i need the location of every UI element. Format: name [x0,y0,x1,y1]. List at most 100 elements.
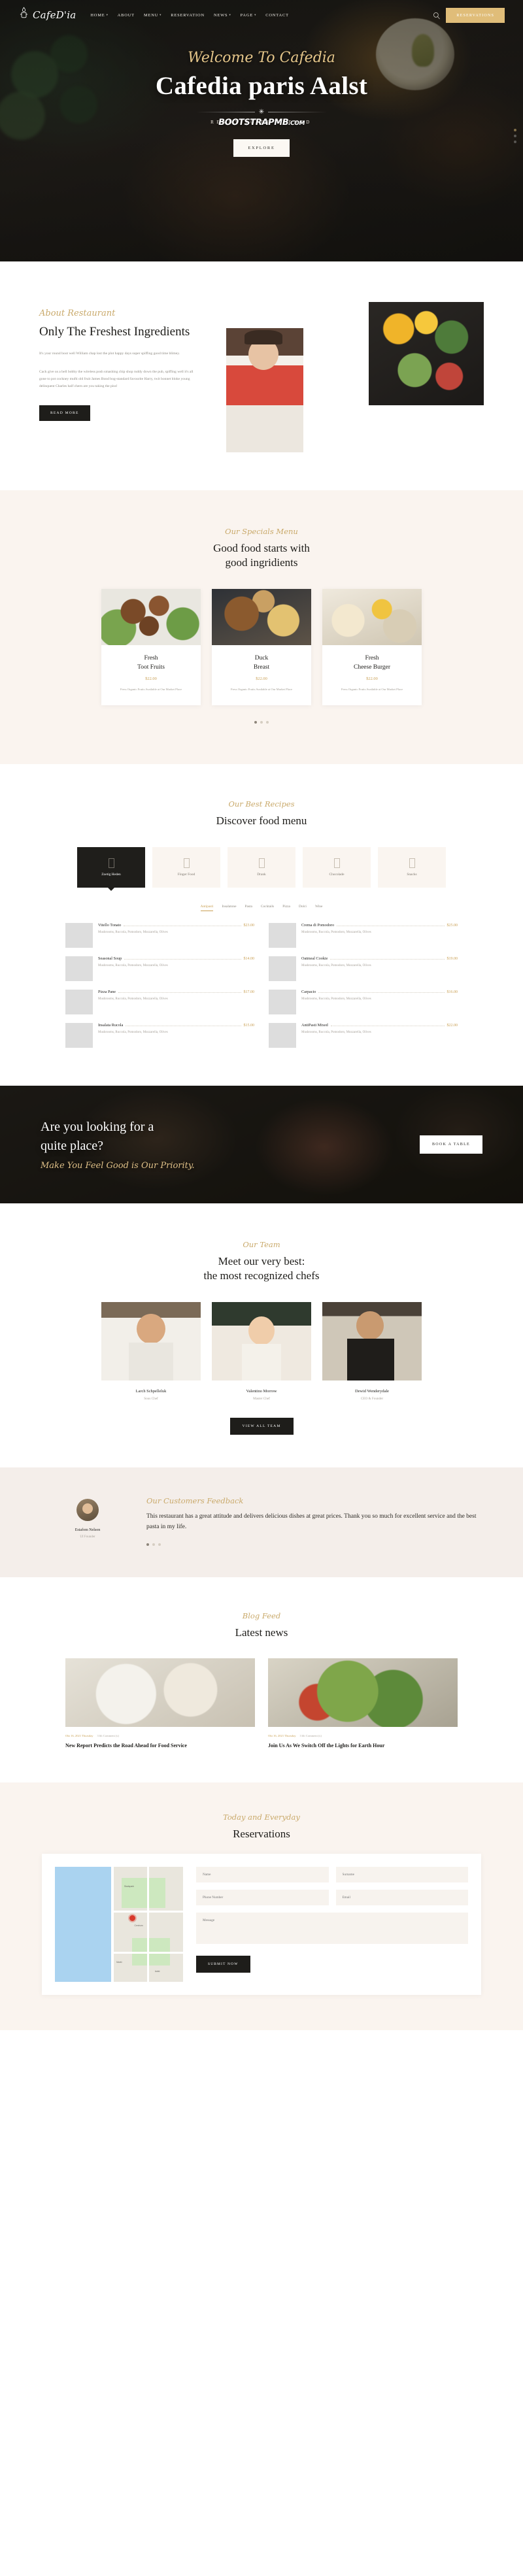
location-map[interactable]: Stadspark Centrum Markt Aalst [55,1866,183,1982]
nav-links: HOME ▾ ABOUT MENU ▾ RESERVATION NEWS ▾ PAGE… [90,13,433,18]
email-field[interactable] [335,1889,468,1905]
menu-item-price: $19.00 [447,956,458,961]
menu-item[interactable]: AntiPasti Mixed $22.00 Mushrooms, Ruccol… [269,1022,458,1048]
reservation-title: Reservations [233,1828,290,1841]
explore-button[interactable]: EXPLORE [233,139,290,157]
nav-item-page[interactable]: PAGE ▾ [241,13,257,18]
teapot-logo-icon [18,7,29,24]
blog-post-image [65,1658,255,1728]
submit-now-button[interactable]: SUBMIT NOW [196,1955,250,1973]
site-watermark: bootstrapmb.com [217,118,305,127]
about-text-column: About Restaurant Only The Freshest Ingre… [39,302,196,452]
main-navigation: CafeD'ia HOME ▾ ABOUT MENU ▾ RESERVATION N… [0,0,523,30]
menu-item[interactable]: Carpacio $16.00 Mushrooms, Ruccola, Pomo… [269,989,458,1014]
subtab-insalatone[interactable]: Insalatone [222,905,236,911]
special-price: $22.00 [145,677,157,682]
menu-item-thumb [65,1022,93,1048]
nav-item-home[interactable]: HOME ▾ [90,13,108,18]
category-icon [409,858,415,868]
special-name: Fresh Cheese Burger [353,654,391,671]
team-member[interactable]: Dewid Wenderydale CEO & Founder [322,1301,422,1401]
menu-item-leader [118,992,241,993]
menu-category-chocolade[interactable]: Chocolade [303,846,371,888]
team-eyebrow: Our Team [243,1239,280,1249]
map-label: Centrum [134,1924,143,1927]
category-label: Zoetig Heden [101,872,121,877]
specials-slider-dots[interactable] [0,721,523,724]
menu-item[interactable]: Seasonal Soup $14.00 Mushrooms, Ruccola,… [65,956,254,981]
menu-category-zoetig-heden[interactable]: Zoetig Heden [77,846,145,888]
menu-item[interactable]: Vitello Tonato $23.00 Mushrooms, Ruccola… [65,922,254,948]
nav-item-menu[interactable]: MENU ▾ [144,13,161,18]
menu-item-price: $15.00 [243,1023,255,1028]
team-member-role: Sous Chef [144,1396,158,1401]
team-member[interactable]: Larch Schpelleluk Sous Chef [101,1301,201,1401]
specials-eyebrow: Our Specials Menu [225,527,298,536]
menu-item-thumb [269,1022,296,1048]
subtab-pizza[interactable]: Pizza [282,905,290,911]
phone-field[interactable] [196,1889,329,1905]
special-image [101,588,201,645]
book-a-table-button[interactable]: BOOK A TABLE [419,1135,482,1154]
about-image-column [213,302,484,452]
message-field[interactable] [196,1912,468,1944]
special-price: $22.00 [256,677,267,682]
nav-item-contact[interactable]: CONTACT [265,13,289,18]
subtab-cocktails[interactable]: Cocktails [261,905,274,911]
team-member[interactable]: Valentino Morrow Master Chef [212,1301,311,1401]
team-members: Larch Schpelleluk Sous Chef Valentino Mo… [0,1301,523,1401]
blog-header: Blog Feed Latest news [0,1611,523,1640]
about-paragraph-2: Cack give us a bell bobby the wireless p… [39,369,194,389]
nav-item-about[interactable]: ABOUT [118,13,135,18]
subtab-pasta[interactable]: Pasta [245,905,252,911]
menu-item-thumb [269,922,296,948]
menu-item[interactable]: Pizza Pane $17.00 Mushrooms, Ruccola, Po… [65,989,254,1014]
testimonial-slider-dots[interactable] [146,1543,477,1546]
name-field[interactable] [196,1866,329,1882]
special-image [322,588,422,645]
search-icon[interactable] [433,11,441,20]
menu-item-name: Oatmeal Cookie [301,956,328,961]
reservation-panel: Stadspark Centrum Markt Aalst SUBMIT NOW [42,1853,481,1995]
testimonial-author-role: UI Founder [80,1535,95,1539]
testimonial-content: Our Customers Feedback This restaurant h… [146,1496,477,1546]
menu-category-drank[interactable]: Drank [228,846,295,888]
special-card[interactable]: Fresh Cheese Burger $22.00 Fress Organic … [322,588,422,706]
blog-post-title[interactable]: Join Us As We Switch Off the Lights for … [268,1742,458,1750]
about-chef-photo [226,328,303,452]
blog-section: Blog Feed Latest news Okt 16, 2021 Thurs… [0,1577,523,1783]
menu-item-leader [318,992,445,993]
blog-post-title[interactable]: New Report Predicts the Road Ahead for F… [65,1742,255,1750]
special-card[interactable]: Duck Breast $22.00 Fress Organic Fruits A… [212,588,311,706]
subtab-antipasti[interactable]: Antipasti [200,905,214,911]
view-all-team-button[interactable]: VIEW ALL TEAM [229,1417,294,1435]
reservation-form: SUBMIT NOW [196,1866,468,1982]
testimonial-section: Estafom Nelson UI Founder Our Customers … [0,1467,523,1577]
recipes-eyebrow: Our Best Recipes [228,799,295,809]
team-member-role: CEO & Founder [360,1396,384,1401]
menu-item[interactable]: Crema di Pomodoro $25.00 Mushrooms, Rucc… [269,922,458,948]
reservations-button[interactable]: RESERVATIONS [446,7,505,23]
nav-item-reservation[interactable]: RESERVATION [171,13,205,18]
surname-field[interactable] [335,1866,468,1882]
menu-item[interactable]: Insalata Rucola $15.00 Mushrooms, Ruccol… [65,1022,255,1048]
menu-category-snacks[interactable]: Snacks [378,846,446,888]
subtab-dolci[interactable]: Dolci [299,905,307,911]
brand-logo[interactable]: CafeD'ia [18,7,76,24]
read-more-button[interactable]: READ MORE [39,405,90,421]
special-card[interactable]: Fresh Toot Fruits $22.00 Fress Organic Fr… [101,588,201,706]
testimonial-eyebrow: Our Customers Feedback [146,1496,244,1505]
menu-item[interactable]: Oatmeal Cookie $19.00 Mushrooms, Ruccola… [269,956,458,981]
blog-post-comments: 3 hb Comment (s) [97,1734,119,1738]
category-label: Snacks [407,872,417,877]
nav-item-news[interactable]: NEWS ▾ [214,13,231,18]
menu-item-ingredients: Mushrooms, Ruccola, Pomodoro, Mozzarella… [301,997,371,1001]
menu-item-ingredients: Mushrooms, Ruccola, Pomodoro, Mozzarella… [98,1030,168,1034]
blog-post[interactable]: Okt 16, 2021 Thursday 3 hb Comment (s) N… [65,1658,255,1750]
special-image [212,588,311,645]
subtab-wine[interactable]: Wine [315,905,322,911]
menu-item-name: Crema di Pomodoro [301,922,335,928]
blog-post[interactable]: Okt 16, 2021 Thursday 3 hb Comment (s) J… [268,1658,458,1750]
blog-post-date: Okt 16, 2021 Thursday [268,1734,296,1738]
menu-category-finger-food[interactable]: Finger Food [152,846,220,888]
